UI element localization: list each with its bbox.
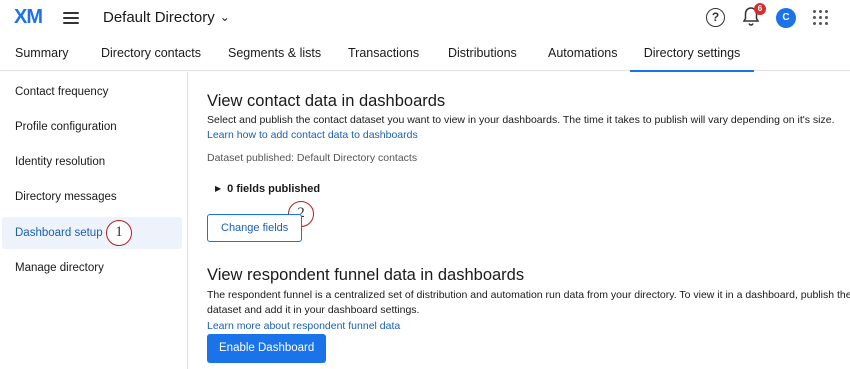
sidebar-item-contact-frequency[interactable]: Contact frequency [2,76,182,108]
contact-section-description: Select and publish the contact dataset y… [207,114,835,126]
notification-badge: 6 [754,3,766,15]
sidebar-item-dashboard-setup[interactable]: Dashboard setup [2,217,182,249]
callout-1: 1 [106,220,132,246]
avatar[interactable]: C [776,8,796,28]
enable-dashboard-button[interactable]: Enable Dashboard [207,334,327,363]
settings-sidebar: Contact frequency Profile configuration … [0,72,188,369]
main-tabs: Summary Directory contacts Segments & li… [0,36,850,72]
sidebar-item-directory-messages[interactable]: Directory messages [2,181,182,213]
tab-segments-lists[interactable]: Segments & lists [228,36,321,71]
tab-distributions[interactable]: Distributions [448,36,517,71]
fields-published-label: 0 fields published [227,183,321,195]
chevron-down-icon: ⌄ [219,10,230,24]
top-bar: XM Default Directory ⌄ ? 6 C [0,0,850,36]
funnel-description-line1: The respondent funnel is a centralized s… [207,289,850,301]
fields-published-toggle[interactable]: ▶ 0 fields published [215,183,320,195]
dataset-status: Dataset published: Default Directory con… [207,152,418,164]
contact-data-help-link[interactable]: Learn how to add contact data to dashboa… [207,129,418,141]
tab-summary[interactable]: Summary [15,36,68,71]
sidebar-item-identity-resolution[interactable]: Identity resolution [2,146,182,178]
funnel-section-title: View respondent funnel data in dashboard… [207,266,525,284]
change-fields-button[interactable]: Change fields [207,214,303,242]
contact-section-title: View contact data in dashboards [207,92,446,110]
hamburger-menu-icon[interactable] [63,12,79,24]
xm-logo[interactable]: XM [14,6,43,29]
help-icon[interactable]: ? [706,8,725,27]
sidebar-item-manage-directory[interactable]: Manage directory [2,252,182,284]
caret-right-icon: ▶ [215,184,222,193]
tab-automations[interactable]: Automations [548,36,617,71]
tab-directory-contacts[interactable]: Directory contacts [101,36,201,71]
tab-directory-settings[interactable]: Directory settings [630,36,754,72]
directory-title: Default Directory [103,9,215,26]
funnel-description-line2: dataset and add it in your dashboard set… [207,304,420,316]
funnel-help-link[interactable]: Learn more about respondent funnel data [207,320,400,332]
tab-transactions[interactable]: Transactions [348,36,419,71]
directory-selector[interactable]: Default Directory ⌄ [103,9,230,26]
apps-grid-icon[interactable] [813,10,829,26]
sidebar-item-profile-configuration[interactable]: Profile configuration [2,111,182,143]
